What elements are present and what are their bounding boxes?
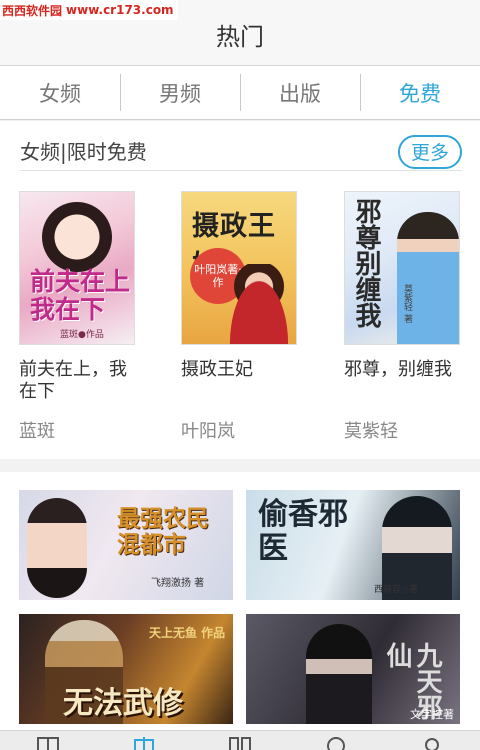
book-title[interactable]: 邪尊，别缠我: [344, 359, 460, 381]
tab-published[interactable]: 出版: [240, 66, 360, 119]
more-button[interactable]: 更多: [398, 134, 462, 169]
watermark-url: www.cr173.com: [66, 3, 174, 17]
book-author: 叶阳岚: [181, 421, 235, 442]
tab-free[interactable]: 免费: [360, 66, 480, 119]
section-header: 女频|限时免费 更多: [20, 131, 462, 171]
banner-title: 无法武修: [63, 686, 183, 721]
cover-figure: [397, 212, 459, 344]
banner-title: 最强农民混都市: [117, 505, 209, 558]
book-cover[interactable]: 摄政王妃 叶阳岚著·作: [181, 191, 297, 345]
page-title: 热门: [216, 23, 264, 51]
banner-author: 天上无鱼 作品: [149, 626, 226, 640]
category-tabs: 女频 男频 出版 免费: [0, 66, 480, 120]
banner-portrait: [306, 624, 372, 724]
banner-item[interactable]: 偷香邪医 西慕容◎著: [246, 490, 460, 600]
book-cover[interactable]: 前夫在上我在下 蓝斑●作品: [19, 191, 135, 345]
grid-icon[interactable]: [228, 737, 252, 750]
banner-title: 偷香邪医: [258, 497, 348, 566]
watermark: 西西软件园 www.cr173.com: [0, 0, 178, 20]
book-title[interactable]: 摄政王妃: [181, 359, 297, 381]
cover-title: 邪尊别缠我: [351, 198, 381, 328]
book-cover[interactable]: 邪尊别缠我 莫紫轻 著: [344, 191, 460, 345]
bookshelf-icon[interactable]: [36, 737, 60, 750]
cover-author: 蓝斑●作品: [60, 330, 104, 340]
banner-portrait: [27, 498, 87, 598]
book-author: 蓝斑: [19, 421, 55, 442]
limited-free-section: 女频|限时免费 更多 前夫在上我在下 蓝斑●作品 前夫在上，我在下 蓝斑 摄政王…: [0, 121, 480, 459]
search-icon[interactable]: [324, 737, 348, 750]
book-author: 莫紫轻: [344, 421, 398, 442]
banner-item[interactable]: 天上无鱼 作品 无法武修: [19, 614, 233, 724]
book-title[interactable]: 前夫在上，我在下: [19, 359, 135, 403]
tab-male[interactable]: 男频: [120, 66, 240, 119]
tab-female[interactable]: 女频: [0, 66, 120, 119]
user-icon[interactable]: [420, 737, 444, 750]
banner-item[interactable]: 九天邪仙 文字控著: [246, 614, 460, 724]
cover-portrait: [42, 202, 112, 272]
cover-author: 莫紫轻 著: [402, 284, 412, 323]
book-item[interactable]: 前夫在上我在下 蓝斑●作品 前夫在上，我在下 蓝斑: [19, 191, 135, 442]
gift-icon[interactable]: [132, 737, 156, 750]
cover-title: 前夫在上我在下: [30, 267, 131, 324]
section-title: 女频|限时免费: [20, 140, 147, 164]
book-item[interactable]: 邪尊别缠我 莫紫轻 著 邪尊，别缠我 莫紫轻: [344, 191, 460, 442]
banner-author: 西慕容◎著: [374, 585, 418, 595]
book-item[interactable]: 摄政王妃 叶阳岚著·作 摄政王妃 叶阳岚: [181, 191, 297, 442]
watermark-logo: 西西软件园: [2, 3, 63, 18]
cover-figure: [222, 264, 296, 344]
banner-item[interactable]: 最强农民混都市 飞翔激扬 著: [19, 490, 233, 600]
banner-author: 文字控著: [410, 708, 454, 721]
bottom-nav: [0, 730, 480, 750]
banner-author: 飞翔激扬 著: [151, 578, 205, 589]
banner-grid: 最强农民混都市 飞翔激扬 著 偷香邪医 西慕容◎著 天上无鱼 作品 无法武修 九…: [0, 472, 480, 730]
